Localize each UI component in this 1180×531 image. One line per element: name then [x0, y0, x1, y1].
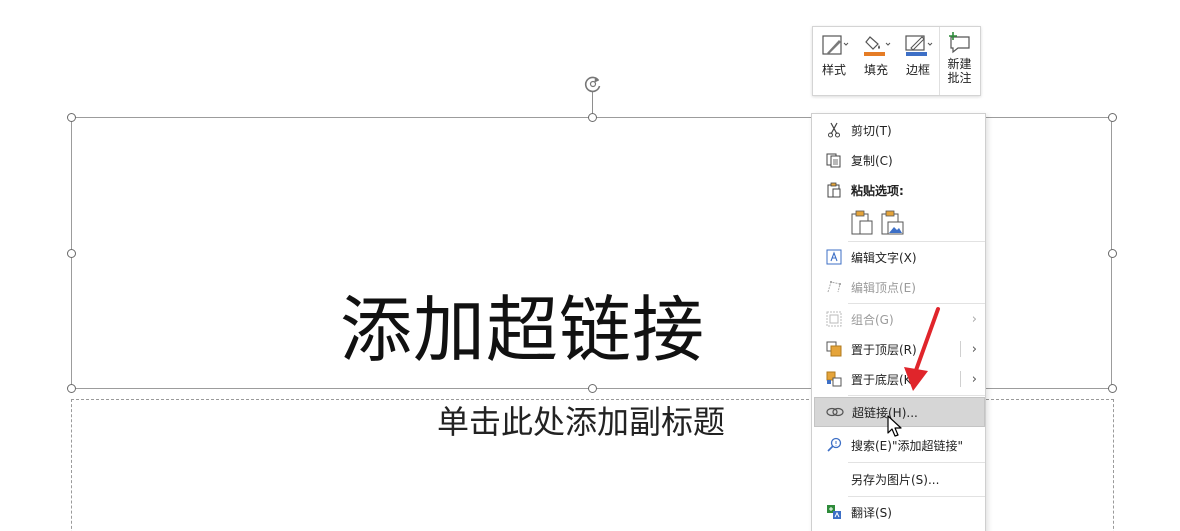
- menu-item-edit-text[interactable]: 编辑文字(X): [812, 242, 985, 272]
- menu-item-bring-to-front[interactable]: 置于顶层(R) ›: [812, 334, 985, 364]
- resize-handle-se[interactable]: [1108, 384, 1117, 393]
- mini-toolbar: 样式 填充 边框 新建 批注: [812, 26, 981, 96]
- outline-button[interactable]: 边框: [897, 27, 939, 95]
- translate-icon: [824, 502, 844, 522]
- hyperlink-icon: [825, 402, 845, 422]
- rotate-icon[interactable]: [582, 73, 604, 95]
- outline-label: 边框: [905, 63, 930, 77]
- resize-handle-nw[interactable]: [67, 113, 76, 122]
- menu-item-label: 搜索(E)"添加超链接": [851, 438, 963, 453]
- menu-item-send-to-back[interactable]: 置于底层(K) ›: [812, 364, 985, 394]
- paste-icon: [824, 180, 844, 200]
- bring-to-front-icon: [824, 339, 844, 359]
- menu-item-label: 剪切(T): [851, 123, 892, 138]
- edit-points-icon: [824, 277, 844, 297]
- fill-bucket-icon: [864, 36, 891, 56]
- new-comment-button[interactable]: 新建 批注: [939, 27, 979, 95]
- fill-label: 填充: [863, 63, 888, 77]
- menu-item-label: 另存为图片(S)...: [851, 472, 940, 487]
- slide-canvas[interactable]: 添加超链接 单击此处添加副标题 样式 填充 边框 新建 批注 剪切(T) 复制(…: [0, 0, 1180, 531]
- slide-title[interactable]: 添加超链接: [340, 280, 860, 380]
- menu-item-edit-points: 编辑顶点(E): [812, 272, 985, 302]
- menu-item-label: 编辑顶点(E): [851, 280, 916, 295]
- new-comment-label-2: 批注: [947, 71, 972, 85]
- style-label: 样式: [821, 63, 846, 77]
- submenu-chevron-icon[interactable]: ›: [972, 372, 977, 387]
- paste-options-row: [850, 210, 910, 238]
- resize-handle-n[interactable]: [588, 113, 597, 122]
- menu-item-save-as-picture[interactable]: 另存为图片(S)...: [812, 464, 985, 494]
- menu-item-paste-options: 粘贴选项:: [812, 175, 985, 205]
- menu-item-cut[interactable]: 剪切(T): [812, 115, 985, 145]
- group-icon: [824, 309, 844, 329]
- submenu-chevron-icon: ›: [971, 311, 977, 327]
- submenu-chevron-icon[interactable]: ›: [972, 342, 977, 357]
- menu-item-label: 翻译(S): [851, 505, 892, 520]
- menu-separator: [848, 395, 985, 396]
- paste-keep-source-icon[interactable]: [850, 210, 874, 236]
- search-icon: [824, 435, 844, 455]
- resize-handle-e[interactable]: [1108, 249, 1117, 258]
- context-menu: 剪切(T) 复制(C) 粘贴选项: 编辑文字(X) 编辑顶点(E) 组合(G) …: [811, 113, 986, 531]
- menu-item-label: 组合(G): [851, 312, 894, 327]
- resize-handle-s[interactable]: [588, 384, 597, 393]
- menu-item-translate[interactable]: 翻译(S): [812, 497, 985, 527]
- paste-as-picture-icon[interactable]: [880, 210, 904, 236]
- resize-handle-sw[interactable]: [67, 384, 76, 393]
- new-comment-icon: [948, 32, 970, 54]
- shape-style-icon: [822, 35, 849, 55]
- fill-button[interactable]: 填充: [855, 27, 897, 95]
- scissors-icon: [824, 120, 844, 140]
- style-button[interactable]: 样式: [813, 27, 855, 95]
- menu-item-label: 复制(C): [851, 153, 893, 168]
- split-divider: [960, 341, 961, 357]
- resize-handle-ne[interactable]: [1108, 113, 1117, 122]
- edit-text-icon: [824, 247, 844, 267]
- send-to-back-icon: [824, 369, 844, 389]
- menu-item-label: 粘贴选项:: [851, 183, 904, 198]
- red-arrow-icon: [904, 307, 940, 391]
- menu-item-label: 超链接(H)...: [852, 405, 918, 420]
- copy-icon: [824, 150, 844, 170]
- mouse-cursor-icon: [887, 415, 902, 437]
- menu-item-label: 编辑文字(X): [851, 250, 917, 265]
- slide-subtitle[interactable]: 单击此处添加副标题: [437, 400, 767, 444]
- pen-outline-icon: [905, 35, 933, 56]
- resize-handle-w[interactable]: [67, 249, 76, 258]
- split-divider: [960, 371, 961, 387]
- menu-separator: [848, 462, 985, 463]
- menu-item-group: 组合(G) ›: [812, 304, 985, 334]
- new-comment-label-1: 新建: [947, 57, 972, 71]
- menu-item-copy[interactable]: 复制(C): [812, 145, 985, 175]
